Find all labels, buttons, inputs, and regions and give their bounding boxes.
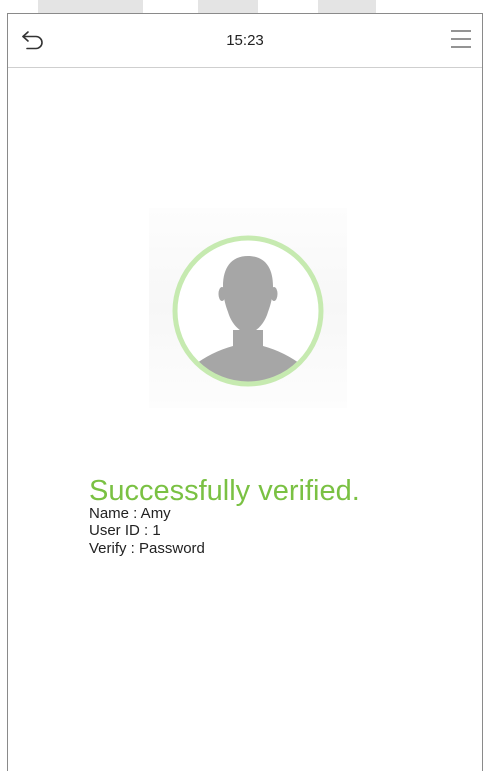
- decor-block: [198, 0, 258, 14]
- decor-block: [318, 0, 376, 14]
- user-id-text: User ID : 1: [89, 522, 161, 539]
- hamburger-menu-icon[interactable]: [449, 28, 473, 50]
- user-name-text: Name : Amy: [89, 505, 171, 522]
- user-photo-area: [149, 208, 347, 408]
- clock-time: 15:23: [226, 32, 264, 49]
- header-bar: 15:23: [8, 14, 482, 68]
- verify-method-text: Verify : Password: [89, 540, 205, 557]
- verification-success-title: Successfully verified.: [89, 475, 360, 507]
- user-silhouette-icon: [172, 235, 324, 387]
- top-decoration: [0, 0, 484, 14]
- device-screen: 15:23 Successfully verified. Name: Amy …: [7, 13, 483, 771]
- decor-block: [38, 0, 143, 14]
